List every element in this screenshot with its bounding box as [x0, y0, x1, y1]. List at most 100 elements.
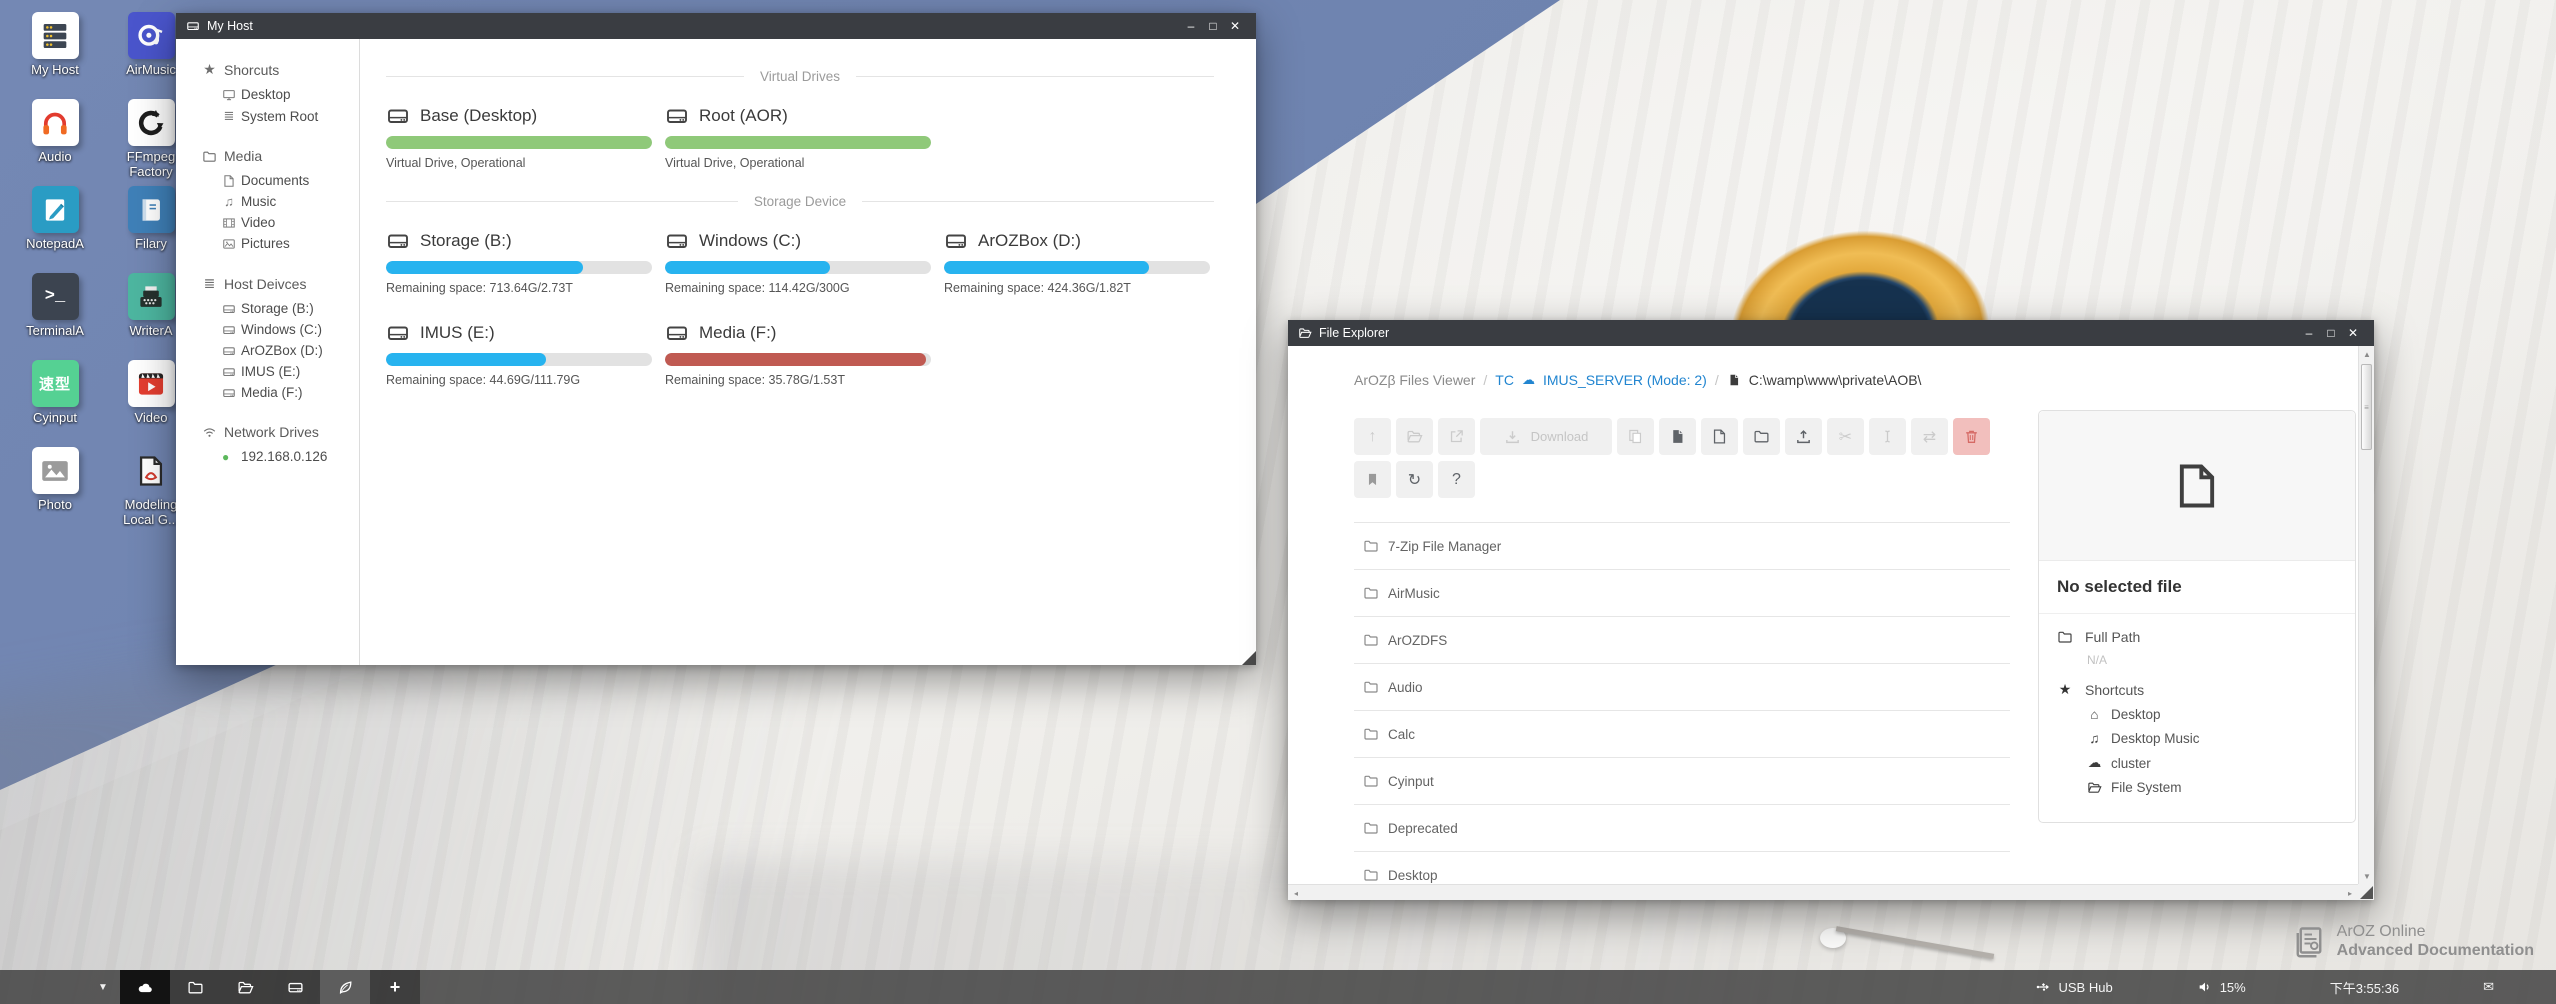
sidebar-item-media-f[interactable]: Media (F:) [222, 385, 359, 400]
sidebar-item-windows-c[interactable]: Windows (C:) [222, 322, 359, 337]
taskbar-button-my-host[interactable] [270, 970, 320, 1004]
desktop-icon-label: AirMusic [126, 63, 176, 78]
shortcut-item-desktop-music[interactable]: ♫ Desktop Music [2087, 731, 2337, 746]
my-host-window: My Host – □ ✕ ★ Shorcuts Desktop ≣ Syste… [176, 13, 1256, 665]
sidebar-item-pictures[interactable]: Pictures [222, 236, 359, 251]
desktop-icon-my-host[interactable]: My Host [12, 12, 98, 99]
scroll-up-arrow[interactable]: ▲ [2359, 346, 2374, 362]
folder-icon [2057, 629, 2073, 645]
tray-clock[interactable]: 下午3:55:36 [2330, 978, 2399, 997]
file-explorer-titlebar[interactable]: File Explorer – □ ✕ [1288, 320, 2374, 346]
file-row[interactable]: Cyinput [1354, 757, 2010, 804]
folder-icon [1363, 726, 1379, 742]
download-button[interactable]: Download [1480, 418, 1612, 455]
desktop-icon-notepada[interactable]: NotepadA [12, 186, 98, 273]
terminal-icon: >_ [32, 273, 79, 320]
drive-icon [222, 344, 236, 358]
breadcrumb-app[interactable]: ArOZβ Files Viewer [1354, 372, 1475, 388]
breadcrumb-path[interactable]: C:\wamp\www\private\AOB\ [1749, 372, 1922, 388]
new-file-button[interactable] [1701, 418, 1738, 455]
maximize-button[interactable]: □ [1202, 13, 1224, 39]
taskbar-collapse-button[interactable]: ▼ [86, 970, 120, 1004]
breadcrumb-host-prefix[interactable]: TC [1495, 372, 1514, 388]
drive-card-arozbox-d[interactable]: ArOZBox (D:) Remaining space: 424.36G/1.… [944, 229, 1210, 295]
scroll-down-arrow[interactable]: ▼ [2359, 868, 2374, 884]
drive-icon [222, 365, 236, 379]
drive-card-root-aor[interactable]: Root (AOR) Virtual Drive, Operational [665, 104, 931, 170]
breadcrumb-host[interactable]: IMUS_SERVER (Mode: 2) [1543, 372, 1707, 388]
delete-button[interactable] [1953, 418, 1990, 455]
paste-button[interactable] [1659, 418, 1696, 455]
desktop-icon-label: My Host [31, 63, 79, 78]
file-row[interactable]: 7-Zip File Manager [1354, 522, 2010, 569]
maximize-button[interactable]: □ [2320, 320, 2342, 346]
sidebar-item-arozbox-d[interactable]: ArOZBox (D:) [222, 343, 359, 358]
file-row[interactable]: AirMusic [1354, 569, 2010, 616]
sidebar-item-system-root[interactable]: ≣ System Root [222, 108, 359, 124]
file-row[interactable]: Deprecated [1354, 804, 2010, 851]
window-resize-grip[interactable] [1242, 651, 1256, 665]
rename-button[interactable] [1869, 418, 1906, 455]
sidebar-item-video[interactable]: Video [222, 215, 359, 230]
tray-usb[interactable]: USB Hub [2035, 979, 2112, 995]
upload-button[interactable] [1785, 418, 1822, 455]
scroll-right-arrow[interactable]: ▸ [2342, 885, 2358, 900]
file-row[interactable]: Audio [1354, 663, 2010, 710]
scrollbar-thumb[interactable]: ≡ [2361, 364, 2372, 450]
help-button[interactable]: ? [1438, 461, 1475, 498]
desktop-icon-cyinput[interactable]: 速型 Cyinput [12, 360, 98, 447]
cut-button[interactable]: ✂ [1827, 418, 1864, 455]
taskbar-button-cloud[interactable] [120, 970, 170, 1004]
sidebar-item-network-192-168-0-126[interactable]: ● 192.168.0.126 [222, 449, 359, 464]
shortcut-item-file-system[interactable]: File System [2087, 780, 2337, 795]
desktop-icon-label: Audio [38, 150, 71, 165]
scroll-left-arrow[interactable]: ◂ [1288, 885, 1304, 900]
copy-button[interactable] [1617, 418, 1654, 455]
drive-card-windows-c[interactable]: Windows (C:) Remaining space: 114.42G/30… [665, 229, 931, 295]
drive-card-storage-b[interactable]: Storage (B:) Remaining space: 713.64G/2.… [386, 229, 652, 295]
drive-card-media-f[interactable]: Media (F:) Remaining space: 35.78G/1.53T [665, 321, 931, 387]
desktop-icon-grid: My Host Audio NotepadA >_ TerminalA 速型 C… [12, 12, 194, 534]
window-resize-grip[interactable] [2358, 884, 2374, 900]
new-folder-button[interactable] [1743, 418, 1780, 455]
move-icon: ⇄ [1923, 427, 1936, 447]
sidebar-item-documents[interactable]: Documents [222, 173, 359, 188]
sidebar-item-desktop[interactable]: Desktop [222, 87, 359, 102]
home-icon: ⌂ [2087, 707, 2102, 722]
folder-open-icon [1298, 326, 1312, 340]
taskbar-button-add[interactable]: + [370, 970, 420, 1004]
shortcut-item-cluster[interactable]: ☁ cluster [2087, 755, 2337, 771]
sidebar-item-storage-b[interactable]: Storage (B:) [222, 301, 359, 316]
taskbar-button-folder[interactable] [170, 970, 220, 1004]
open-new-window-button[interactable] [1438, 418, 1475, 455]
refresh-button[interactable]: ↻ [1396, 461, 1433, 498]
plus-icon: + [390, 977, 401, 998]
desktop-icon-audio[interactable]: Audio [12, 99, 98, 186]
my-host-titlebar[interactable]: My Host – □ ✕ [176, 13, 1256, 39]
taskbar-button-file-explorer[interactable] [220, 970, 270, 1004]
close-button[interactable]: ✕ [2342, 320, 2364, 346]
shortcut-item-desktop[interactable]: ⌂ Desktop [2087, 707, 2337, 722]
minimize-button[interactable]: – [2298, 320, 2320, 346]
open-button[interactable] [1396, 418, 1433, 455]
watermark-line2: Advanced Documentation [2337, 942, 2534, 960]
vertical-scrollbar[interactable]: ▲ ≡ ▼ [2358, 346, 2374, 884]
minimize-button[interactable]: – [1180, 13, 1202, 39]
tray-mail[interactable]: ✉ [2483, 979, 2494, 995]
sidebar-item-music[interactable]: ♫ Music [222, 194, 359, 209]
move-button[interactable]: ⇄ [1911, 418, 1948, 455]
up-button[interactable]: ↑ [1354, 418, 1391, 455]
desktop-icon-photo[interactable]: Photo [12, 447, 98, 534]
taskbar-button-leaf[interactable] [320, 970, 370, 1004]
desktop-icon-label: TerminalA [26, 324, 84, 339]
bookmark-button[interactable] [1354, 461, 1391, 498]
tray-volume[interactable]: 15% [2197, 979, 2246, 995]
file-row[interactable]: ArOZDFS [1354, 616, 2010, 663]
file-row[interactable]: Calc [1354, 710, 2010, 757]
drive-card-base-desktop[interactable]: Base (Desktop) Virtual Drive, Operationa… [386, 104, 652, 170]
sidebar-item-imus-e[interactable]: IMUS (E:) [222, 364, 359, 379]
horizontal-scrollbar[interactable]: ◂ ▸ [1288, 884, 2358, 900]
desktop-icon-terminala[interactable]: >_ TerminalA [12, 273, 98, 360]
drive-card-imus-e[interactable]: IMUS (E:) Remaining space: 44.69G/111.79… [386, 321, 652, 387]
close-button[interactable]: ✕ [1224, 13, 1246, 39]
